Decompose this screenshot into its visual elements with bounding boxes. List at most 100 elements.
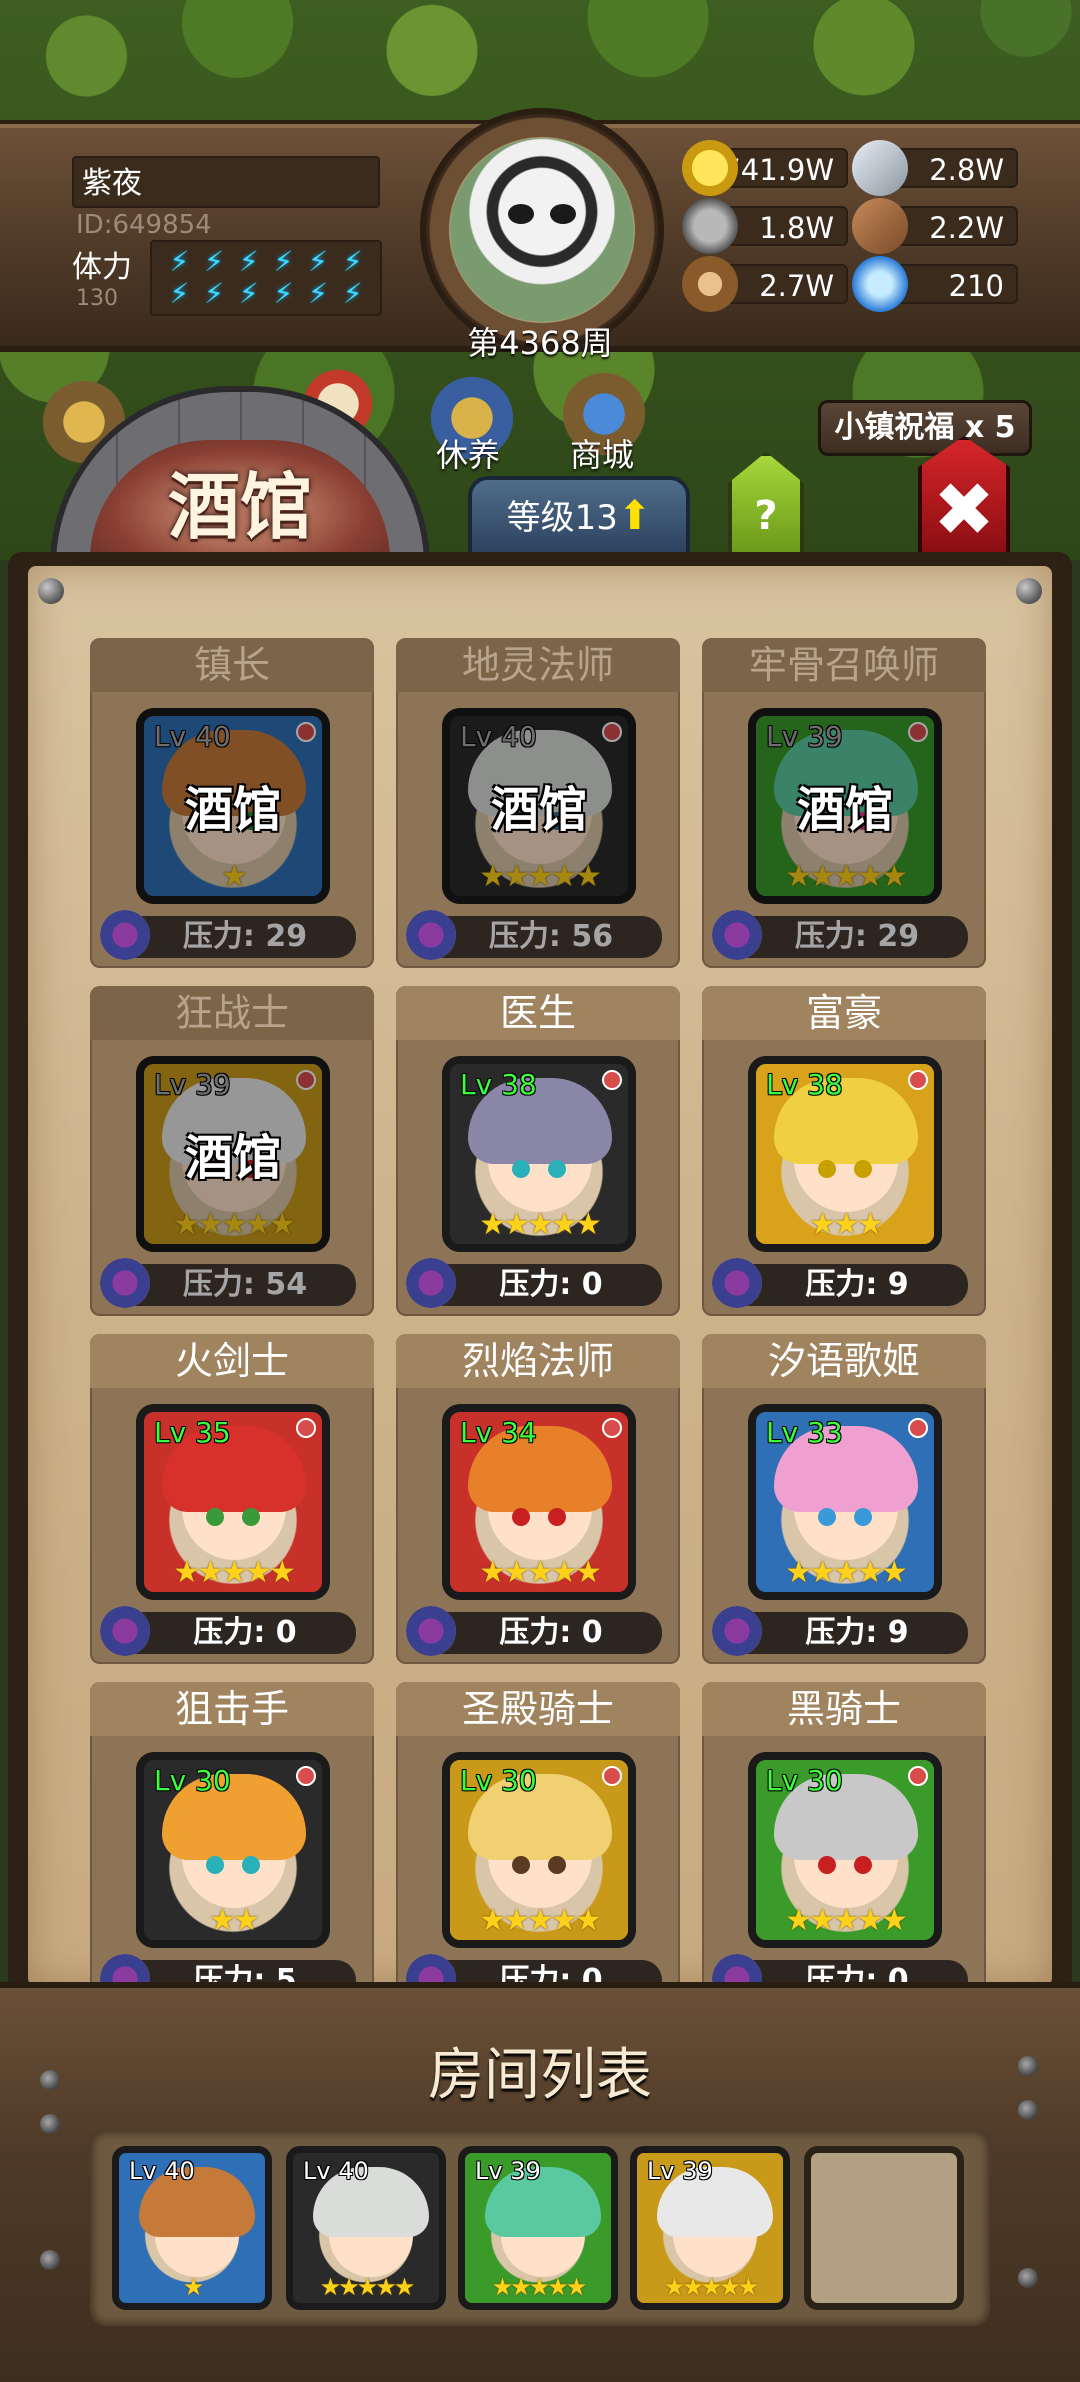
week-counter: 第4368周 (467, 324, 613, 362)
status-dot-icon (296, 1766, 316, 1786)
hero-card[interactable]: 镇长 Lv 40 ★ 酒馆 压力: 29 (90, 638, 374, 968)
rest-label[interactable]: 休养 (436, 430, 500, 476)
hero-eye (548, 1856, 566, 1874)
stamina-bolt-icon: ⚡ (169, 277, 190, 310)
hero-list-panel[interactable]: 镇长 Lv 40 ★ 酒馆 压力: 29 地灵法师 Lv 40 ★★★★★ 酒馆 压力: 56 牢骨… (28, 566, 1052, 1986)
hero-card[interactable]: 黑骑士 Lv 30 ★★★★★ 压力: 0 (702, 1682, 986, 1986)
room-slot[interactable]: Lv 39 ★★★★★ (630, 2146, 790, 2310)
rivet-icon (1016, 578, 1042, 604)
hero-name: 火剑士 (90, 1334, 374, 1388)
in-tavern-label: 酒馆 (184, 1130, 281, 1186)
hero-name: 圣殿骑士 (396, 1682, 680, 1736)
hero-card[interactable]: 汐语歌姬 Lv 33 ★★★★★ 压力: 9 (702, 1334, 986, 1664)
hero-name: 狂战士 (90, 986, 374, 1040)
hero-stars: ★★★★★ (479, 1903, 601, 1938)
hero-portrait[interactable]: Lv 30 ★★ (136, 1752, 330, 1948)
hero-portrait[interactable]: Lv 38 ★★★ (748, 1056, 942, 1252)
level-up-arrow-icon: ⬆ (617, 493, 652, 539)
hero-card[interactable]: 富豪 Lv 38 ★★★ 压力: 9 (702, 986, 986, 1316)
stress-icon (406, 1258, 456, 1308)
status-dot-icon (602, 1418, 622, 1438)
hero-eye (548, 1160, 566, 1178)
hero-portrait[interactable]: Lv 30 ★★★★★ (442, 1752, 636, 1948)
stress-icon (712, 1258, 762, 1308)
stamina-bolt-icon: ⚡ (238, 245, 259, 278)
room-slot[interactable]: Lv 40 ★★★★★ (286, 2146, 446, 2310)
hero-portrait[interactable]: Lv 33 ★★★★★ (748, 1404, 942, 1600)
hero-eye (854, 1856, 872, 1874)
hero-name: 汐语歌姬 (702, 1334, 986, 1388)
room-hero-level: Lv 40 (129, 2157, 195, 2185)
stress-icon (406, 1606, 456, 1656)
hero-portrait[interactable]: Lv 35 ★★★★★ (136, 1404, 330, 1600)
tavern-level-label: 等级13 (506, 498, 618, 538)
hero-stars: ★★★ (809, 1207, 884, 1242)
hero-card[interactable]: 狙击手 Lv 30 ★★ 压力: 5 (90, 1682, 374, 1986)
hero-level: Lv 34 (460, 1416, 537, 1449)
screw-icon (40, 2250, 60, 2270)
stamina-bolt-icon: ⚡ (308, 277, 328, 310)
tavern-level-tab[interactable]: 等级13⬆ (468, 476, 690, 556)
hero-portrait[interactable]: Lv 34 ★★★★★ (442, 1404, 636, 1600)
stamina-bolt-icon: ⚡ (273, 245, 294, 278)
room-hero-stars: ★ (182, 2273, 205, 2301)
room-hero-stars: ★★★★★ (491, 2273, 588, 2301)
hero-name: 黑骑士 (702, 1682, 986, 1736)
in-tavern-label: 酒馆 (184, 782, 281, 838)
hero-stars: ★★ (209, 1903, 260, 1938)
hero-card[interactable]: 狂战士 Lv 39 ★★★★★ 酒馆 压力: 54 (90, 986, 374, 1316)
hero-card[interactable]: 医生 Lv 38 ★★★★★ 压力: 0 (396, 986, 680, 1316)
hero-eye (818, 1160, 836, 1178)
stamina-bolt-icon: ⚡ (308, 245, 328, 278)
stamina-label: 体力 (72, 250, 132, 285)
room-hero-level: Lv 40 (303, 2157, 369, 2185)
hero-level: Lv 30 (460, 1764, 537, 1797)
hero-level: Lv 30 (766, 1764, 843, 1797)
hero-stars: ★★★★★ (785, 1555, 907, 1590)
hero-level: Lv 38 (460, 1068, 537, 1101)
hero-name: 富豪 (702, 986, 986, 1040)
stress-icon (712, 1606, 762, 1656)
shop-label[interactable]: 商城 (570, 430, 634, 476)
hero-level: Lv 30 (154, 1764, 231, 1797)
hero-name: 狙击手 (90, 1682, 374, 1736)
avatar[interactable] (450, 138, 634, 322)
screw-icon (40, 2114, 60, 2134)
town-blessing-button[interactable]: 小镇祝福 x 5 (818, 400, 1032, 456)
hero-name: 镇长 (90, 638, 374, 692)
stress-icon (100, 1606, 150, 1656)
stamina-bolt-icon: ⚡ (204, 277, 224, 310)
room-slot[interactable]: Lv 40 ★ (112, 2146, 272, 2310)
hero-card[interactable]: 地灵法师 Lv 40 ★★★★★ 酒馆 压力: 56 (396, 638, 680, 968)
room-slot-empty[interactable] (804, 2146, 964, 2310)
hero-card[interactable]: 火剑士 Lv 35 ★★★★★ 压力: 0 (90, 1334, 374, 1664)
status-dot-icon (602, 1070, 622, 1090)
hero-eye (512, 1160, 530, 1178)
hero-level: Lv 38 (766, 1068, 843, 1101)
in-tavern-label: 酒馆 (490, 782, 587, 838)
hero-eye (818, 1508, 836, 1526)
status-dot-icon (908, 1070, 928, 1090)
in-tavern-label: 酒馆 (796, 782, 893, 838)
room-hero-stars: ★★★★★ (319, 2273, 416, 2301)
hero-card[interactable]: 烈焰法师 Lv 34 ★★★★★ 压力: 0 (396, 1334, 680, 1664)
hero-eye (242, 1856, 260, 1874)
hero-name: 地灵法师 (396, 638, 680, 692)
hero-portrait[interactable]: Lv 38 ★★★★★ (442, 1056, 636, 1252)
status-dot-icon (908, 1418, 928, 1438)
hero-level: Lv 35 (154, 1416, 231, 1449)
player-name: 紫夜 (72, 156, 380, 208)
iron-ingot-icon (852, 140, 908, 196)
stamina-bolt-icon: ⚡ (238, 277, 259, 310)
wood-log-icon (682, 256, 738, 312)
room-slot[interactable]: Lv 39 ★★★★★ (458, 2146, 618, 2310)
hero-eye (548, 1508, 566, 1526)
hero-card[interactable]: 圣殿骑士 Lv 30 ★★★★★ 压力: 0 (396, 1682, 680, 1986)
hero-portrait[interactable]: Lv 30 ★★★★★ (748, 1752, 942, 1948)
hero-stars: ★★★★★ (479, 1207, 601, 1242)
leather-icon (852, 198, 908, 254)
stamina-bolt-icon: ⚡ (342, 245, 363, 278)
hero-eye (854, 1508, 872, 1526)
rivet-icon (38, 578, 64, 604)
hero-card[interactable]: 牢骨召唤师 Lv 39 ★★★★★ 酒馆 压力: 29 (702, 638, 986, 968)
